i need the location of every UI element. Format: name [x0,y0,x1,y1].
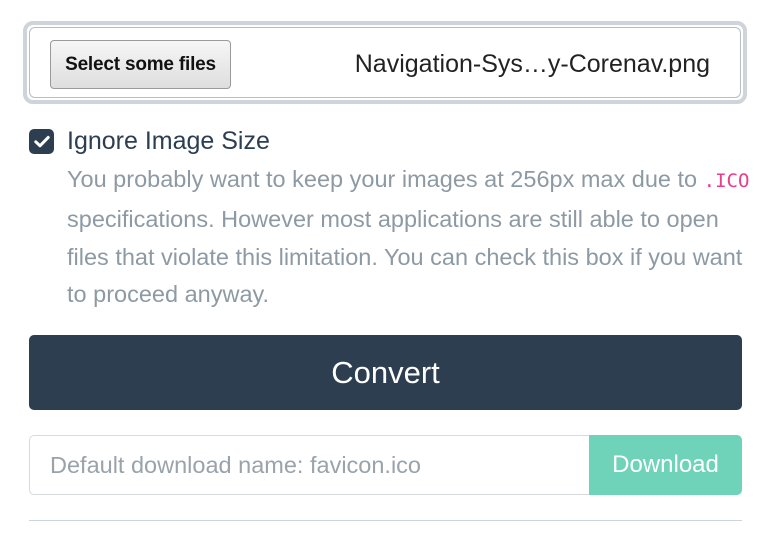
download-name-input[interactable] [29,435,589,495]
select-files-button[interactable]: Select some files [50,40,231,89]
ignore-image-size-checkbox[interactable] [29,129,54,154]
download-button[interactable]: Download [589,435,742,495]
check-icon [33,135,50,148]
ignore-image-size-help-text: You probably want to keep your images at… [67,161,757,314]
section-divider [29,520,742,521]
ignore-image-size-label[interactable]: Ignore Image Size [67,125,270,158]
selected-file-name: Navigation-Sys…y-Corenav.png [354,50,710,78]
help-text-part-1: You probably want to keep your images at… [67,166,704,192]
file-picker-field[interactable]: Select some files Navigation-Sys…y-Coren… [29,27,741,98]
help-text-part-2: specifications. However most application… [67,205,743,308]
favicon-converter-form: Select some files Navigation-Sys…y-Coren… [0,0,774,550]
ico-extension-code: .ICO [703,170,750,192]
file-picker: Select some files Navigation-Sys…y-Coren… [23,21,747,104]
convert-button[interactable]: Convert [29,335,742,410]
